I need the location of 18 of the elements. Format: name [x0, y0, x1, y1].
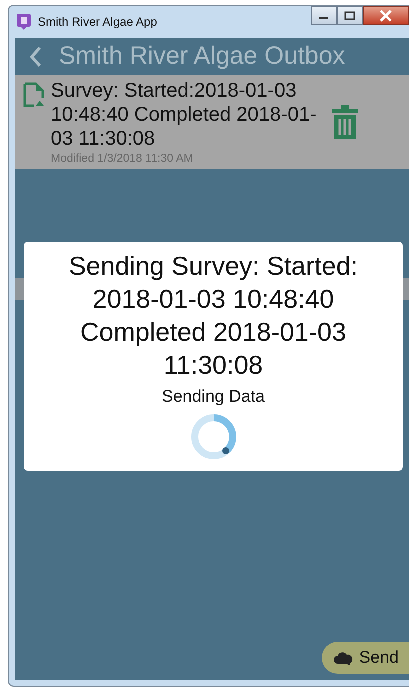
close-button[interactable] — [363, 6, 409, 25]
dialog-title: Sending Survey: Started: 2018-01-03 10:48:40 Completed 2018-01-03 11:30:08 — [68, 250, 360, 382]
window-title: Smith River Algae App — [38, 15, 158, 29]
cloud-upload-icon — [334, 650, 354, 666]
item-title: Survey: Started:2018-01-03 10:48:40 Completed 2018-01-03 11:30:08 — [51, 79, 318, 151]
dialog-status: Sending Data — [162, 387, 266, 407]
spinner-icon — [190, 413, 238, 461]
document-upload-icon — [23, 82, 45, 108]
modified-date: Modified 1/3/2018 11:30 AM — [51, 153, 194, 165]
maximize-icon — [344, 10, 356, 20]
close-icon — [379, 10, 393, 22]
outbox-item[interactable]: Survey: Started:2018-01-03 10:48:40 Completed 2018-01-03 11:30:08 Modified 1/3/2018 11:30 AM — [15, 75, 409, 169]
send-button[interactable]: Send — [322, 642, 409, 674]
maximize-button[interactable] — [337, 6, 363, 25]
app-icon — [17, 14, 31, 30]
back-icon[interactable] — [29, 46, 43, 68]
page-title: Smith River Algae Outbox — [59, 42, 346, 71]
minimize-button[interactable] — [311, 6, 337, 25]
